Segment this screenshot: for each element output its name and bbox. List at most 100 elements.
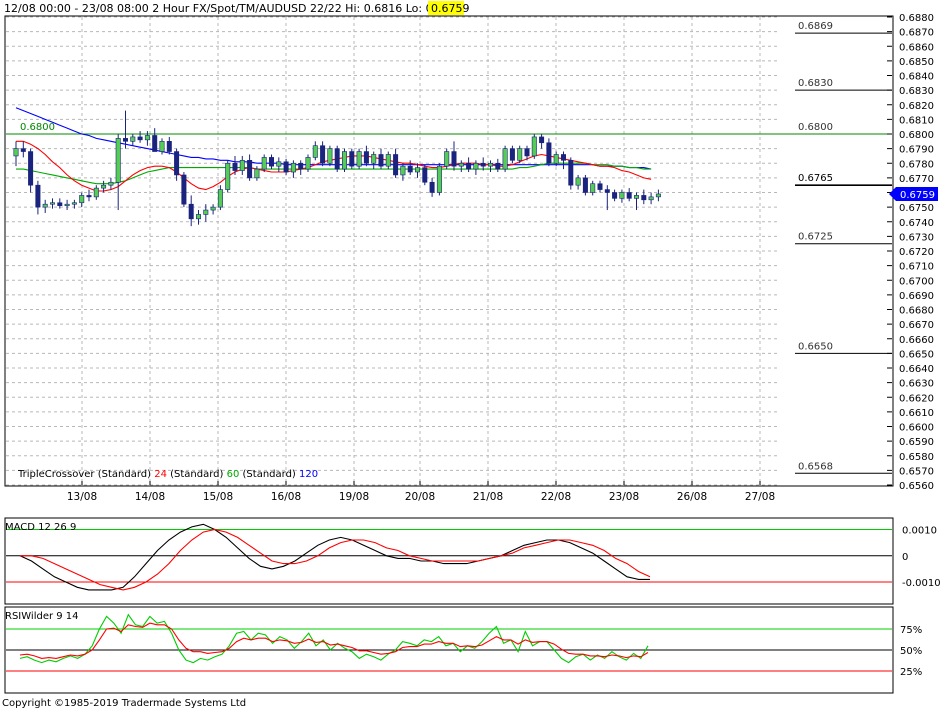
candle-body xyxy=(334,148,340,170)
candle xyxy=(261,154,267,173)
y-tick-label: 0.6820 xyxy=(899,101,934,112)
y-tick-label: 0.6660 xyxy=(899,335,934,346)
candle-body xyxy=(320,145,326,164)
y-tick-label: 0.6740 xyxy=(899,218,934,229)
candle xyxy=(582,174,588,196)
macd-tick-label: 0.0010 xyxy=(902,526,937,537)
candle-body xyxy=(174,151,180,176)
y-tick-label: 0.6790 xyxy=(899,145,934,156)
candle xyxy=(509,145,515,164)
candle-body xyxy=(115,138,121,183)
candle-body xyxy=(539,136,545,144)
candle-body xyxy=(466,162,472,170)
candle-body xyxy=(509,148,515,161)
candle-body xyxy=(414,167,420,173)
candle-body xyxy=(648,196,654,201)
level-left-label: 0.6800 xyxy=(20,122,55,133)
candle-body xyxy=(612,192,618,199)
candle-body xyxy=(137,136,143,141)
macd-tick-label: -0.0010 xyxy=(902,578,941,589)
candle xyxy=(568,157,574,190)
rsi-tick-label: 50% xyxy=(900,646,922,657)
level-label: 0.6869 xyxy=(798,21,833,32)
candle-body xyxy=(400,165,406,176)
candle-body xyxy=(261,157,267,170)
y-tick-label: 0.6770 xyxy=(899,174,934,185)
level-label: 0.6725 xyxy=(798,232,833,243)
candle-body xyxy=(225,162,231,190)
candle-body xyxy=(531,136,537,157)
candle-body xyxy=(312,145,318,158)
candle-body xyxy=(546,142,552,164)
candle xyxy=(225,160,231,193)
candle-body xyxy=(35,184,41,208)
candle-body xyxy=(633,195,639,199)
y-tick-label: 0.6630 xyxy=(899,379,934,390)
chart-header-title: 12/08 00:00 - 23/08 08:00 2 Hour FX/Spot… xyxy=(4,2,464,15)
candle-body xyxy=(480,162,486,167)
candle-body xyxy=(247,160,253,179)
candle-body xyxy=(28,151,34,186)
candle-body xyxy=(436,165,442,193)
candle-body xyxy=(371,154,377,164)
candle xyxy=(531,134,537,159)
rsi-title: RSIWilder 9 14 xyxy=(5,611,79,622)
candle xyxy=(327,145,333,167)
candle-body xyxy=(582,177,588,193)
level-label: 0.6800 xyxy=(798,122,833,133)
candle-body xyxy=(517,148,523,161)
y-tick-label: 0.6870 xyxy=(899,28,934,39)
y-tick-label: 0.6590 xyxy=(899,437,934,448)
x-tick-label: 27/08 xyxy=(745,491,775,503)
x-tick-label: 22/08 xyxy=(541,491,571,503)
copyright-footer: Copyright ©1985-2019 Tradermade Systems … xyxy=(2,698,246,709)
candle-body xyxy=(57,202,63,206)
candle-body xyxy=(407,165,413,173)
candle-body xyxy=(123,138,129,142)
level-label: 0.6568 xyxy=(798,461,833,472)
candle xyxy=(356,148,362,170)
y-tick-label: 0.6810 xyxy=(899,115,934,126)
x-tick-label: 13/08 xyxy=(67,491,97,503)
candle xyxy=(546,138,552,167)
header-last-price: 0.6759 xyxy=(431,2,470,15)
candle xyxy=(444,148,450,170)
candle-body xyxy=(49,202,55,205)
x-tick-label: 16/08 xyxy=(271,491,301,503)
candle-body xyxy=(590,183,596,193)
y-tick-label: 0.6640 xyxy=(899,364,934,375)
candle-body xyxy=(378,154,384,167)
x-tick-label: 20/08 xyxy=(405,491,435,503)
candle-body xyxy=(363,151,369,164)
y-tick-label: 0.6580 xyxy=(899,452,934,463)
candle-body xyxy=(393,154,399,176)
y-tick-label: 0.6830 xyxy=(899,86,934,97)
candle-body xyxy=(356,151,362,167)
x-tick-label: 26/08 xyxy=(677,491,707,503)
y-tick-label: 0.6650 xyxy=(899,349,934,360)
y-tick-label: 0.6780 xyxy=(899,159,934,170)
y-tick-label: 0.6880 xyxy=(899,13,934,24)
candle-body xyxy=(144,135,150,141)
candle-body xyxy=(86,195,92,198)
candle-body xyxy=(20,148,26,152)
candle-body xyxy=(64,203,70,206)
candle-body xyxy=(349,151,355,167)
y-tick-label: 0.6560 xyxy=(899,481,934,492)
candle-body xyxy=(487,162,493,167)
rsi-tick-label: 25% xyxy=(900,667,922,678)
candle-body xyxy=(152,135,158,152)
candle-body xyxy=(641,195,647,201)
candle-body xyxy=(422,167,428,183)
candle xyxy=(305,154,311,173)
candle-body xyxy=(451,151,457,167)
candle xyxy=(436,163,442,196)
x-tick-label: 14/08 xyxy=(135,491,165,503)
y-tick-label: 0.6840 xyxy=(899,72,934,83)
candle-body xyxy=(159,141,165,152)
chart-canvas[interactable]: 0.6869 0.6830 0.6800 0.6765 0.6725 0.6650 0.65… xyxy=(0,0,951,710)
candle-body xyxy=(13,148,19,157)
candle-body xyxy=(385,154,391,167)
rsi-tick-label: 75% xyxy=(900,625,922,636)
candle-body xyxy=(101,184,107,189)
